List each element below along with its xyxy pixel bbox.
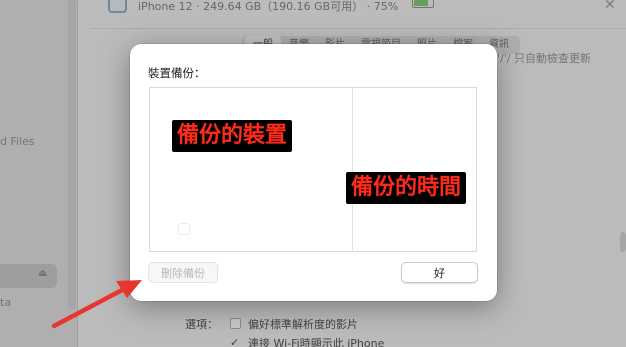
- annotation-backup-time: 備份的時間: [346, 172, 467, 204]
- delete-backup-button[interactable]: 刪除備份: [148, 262, 218, 283]
- dialog-title: 裝置備份：: [148, 66, 206, 80]
- ok-button[interactable]: 好: [401, 262, 478, 283]
- device-backups-dialog: 裝置備份： 備份的裝置 備份的時間 刪除備份 好: [130, 44, 497, 301]
- column-divider[interactable]: [352, 88, 353, 251]
- annotation-backup-device: 備份的裝置: [172, 120, 293, 152]
- device-placeholder-icon: [178, 223, 190, 235]
- backups-table[interactable]: 備份的裝置 備份的時間: [149, 87, 477, 252]
